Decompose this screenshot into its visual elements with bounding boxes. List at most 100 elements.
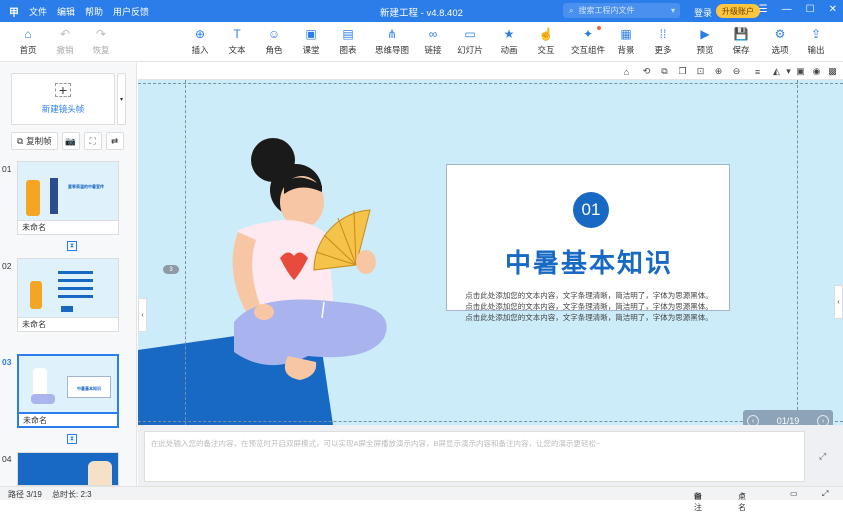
menu-feedback[interactable]: 用户反馈: [113, 5, 149, 18]
screenshot-button[interactable]: ⛶: [83, 132, 102, 150]
prev-slide-button[interactable]: ‹: [747, 415, 759, 425]
preview-label: 预览: [696, 45, 714, 55]
fit-icon[interactable]: ⊡: [695, 66, 706, 77]
search-input[interactable]: ⌕ 搜索工程内文件 ▾: [563, 3, 680, 18]
insert-button[interactable]: ⊕ 插入: [181, 27, 219, 56]
next-slide-button[interactable]: ›: [817, 415, 829, 425]
thumb-figure: [26, 180, 40, 216]
mindmap-icon: ⋔: [386, 27, 398, 41]
slide-label-2[interactable]: 未命名: [17, 318, 119, 332]
slide-panel: + 新建镜头帧 ▾ ⧉ 复制帧 📷 ⛶ ⇄ 01 夏季高温的中暑宣传 未命名 ⧗ …: [0, 63, 137, 486]
classroom-label: 课堂: [302, 45, 320, 55]
section-number[interactable]: 01: [573, 192, 609, 228]
slide-label-1[interactable]: 未命名: [17, 221, 119, 235]
home-button[interactable]: ⌂ 首页: [9, 27, 47, 56]
text-button[interactable]: T 文本: [218, 27, 256, 56]
collapse-left-button[interactable]: ‹: [138, 298, 147, 332]
background-button[interactable]: ▦ 背景: [607, 27, 645, 56]
expand-icon[interactable]: ⤢: [819, 451, 826, 462]
upgrade-button[interactable]: 升级账户: [716, 4, 760, 18]
new-frame-button[interactable]: + 新建镜头帧: [11, 73, 115, 125]
thumb-line: [58, 271, 93, 274]
slide-thumbnail-2[interactable]: [17, 258, 119, 318]
animation-button[interactable]: ★ 动画: [490, 27, 528, 56]
fit-screen-icon[interactable]: ⤢: [822, 489, 828, 499]
home-icon[interactable]: ⌂: [621, 66, 632, 77]
redo-label: 恢复: [92, 45, 110, 55]
export-button[interactable]: ⇪ 输出: [797, 27, 835, 56]
slide-canvas[interactable]: 01 中暑基本知识 点击此处添加您的文本内容，文字条理清晰，简洁明了，字体为思源…: [138, 80, 843, 425]
notes-input[interactable]: 在此处输入您的备注内容，在预览时开启双屏模式，可以实现A屏全屏播放演示内容，B屏…: [144, 431, 805, 482]
link-label: 链接: [424, 45, 442, 55]
home-label: 首页: [19, 45, 37, 55]
copy-frame-button[interactable]: ⧉ 复制帧: [11, 132, 58, 150]
redo-icon: ↷: [95, 27, 107, 41]
chart-label: 图表: [339, 45, 357, 55]
snapshot-icon[interactable]: ▣: [795, 66, 806, 77]
login-link[interactable]: 登录: [694, 6, 712, 19]
options-label: 选项: [771, 45, 789, 55]
person-icon: ☺: [267, 27, 281, 41]
fullscreen-icon[interactable]: ▭: [790, 489, 798, 498]
role-button[interactable]: ☺ 角色: [255, 27, 293, 56]
rotate-icon[interactable]: ⟲: [641, 66, 652, 77]
page-tag[interactable]: 3: [163, 265, 179, 274]
maximize-icon[interactable]: ☐: [806, 4, 815, 15]
menu-help[interactable]: 帮助: [85, 5, 103, 18]
slide-number-3: 03: [2, 357, 12, 367]
slide-pager: ‹ 01/19 ›: [743, 410, 833, 425]
swap-button[interactable]: ⇄: [105, 132, 124, 150]
interactive-component-button[interactable]: ✦ 交互组件: [565, 26, 611, 56]
slide-label-3[interactable]: 未命名: [17, 414, 119, 428]
align-icon[interactable]: ≡: [752, 66, 763, 77]
slide-thumbnail-1[interactable]: 夏季高温的中暑宣传: [17, 161, 119, 221]
close-icon[interactable]: ✕: [829, 4, 837, 15]
thumb-button: [61, 306, 73, 312]
component-icon: ✦: [582, 27, 594, 41]
path-indicator: 路径 3/19: [8, 490, 42, 499]
link-button[interactable]: ∞ 链接: [414, 27, 452, 56]
title-card[interactable]: 01 中暑基本知识 点击此处添加您的文本内容，文字条理清晰，简洁明了，字体为思源…: [446, 164, 731, 322]
options-button[interactable]: ⚙ 选项: [761, 27, 799, 56]
chart-button[interactable]: ▤ 图表: [329, 27, 367, 56]
menu-file[interactable]: 文件: [29, 5, 47, 18]
copy-icon[interactable]: ⧉: [659, 66, 670, 77]
preview-button[interactable]: ▶ 预览: [686, 27, 724, 56]
mindmap-button[interactable]: ⋔ 思维导图: [369, 27, 415, 56]
slide-title[interactable]: 中暑基本知识: [447, 243, 731, 280]
duplicate-icon[interactable]: ❐: [677, 66, 688, 77]
layer-icon[interactable]: ◭: [771, 66, 782, 77]
redo-button[interactable]: ↷ 恢复: [82, 27, 120, 56]
transition-icon[interactable]: ⧗: [67, 241, 77, 251]
collapse-right-button[interactable]: ‹: [834, 285, 843, 319]
undo-button[interactable]: ↶ 撤销: [46, 27, 84, 56]
slide-thumbnail-3[interactable]: 中暑基本知识: [17, 354, 119, 414]
settings-icon[interactable]: ☰: [759, 4, 768, 15]
export-icon: ⇪: [810, 27, 822, 41]
minimize-icon[interactable]: —: [782, 4, 792, 15]
transition-icon[interactable]: ⧗: [67, 434, 77, 444]
zoom-out-icon[interactable]: ⊖: [731, 66, 742, 77]
plus-icon: +: [55, 82, 71, 98]
zoom-in-icon[interactable]: ⊕: [713, 66, 724, 77]
thumb-title: 夏季高温的中暑宣传: [68, 184, 104, 189]
new-badge: [597, 26, 601, 30]
more-button[interactable]: ⁞⁞ 更多: [644, 27, 682, 56]
menu-edit[interactable]: 编辑: [57, 5, 75, 18]
chevron-down-icon[interactable]: ▾: [783, 66, 794, 77]
camera-icon[interactable]: ◉: [811, 66, 822, 77]
status-bar: 路径 3/19 总时长: 2:3 ▤ 备注 ☺ 点名 ▭ ⤢: [0, 486, 843, 512]
body-text-3[interactable]: 点击此处添加您的文本内容，文字条理清晰，简洁明了，字体为思源黑体。: [447, 312, 731, 323]
camera-button[interactable]: 📷: [61, 132, 80, 150]
interactive-component-label: 交互组件: [570, 45, 605, 55]
save-button[interactable]: 💾 保存: [722, 27, 760, 56]
slideshow-button[interactable]: ▭ 幻灯片: [451, 27, 489, 56]
image-icon[interactable]: ▩: [827, 66, 838, 77]
dropdown-icon[interactable]: ▾: [671, 6, 675, 15]
interaction-button[interactable]: ☝ 交互: [527, 27, 565, 56]
body-text-2[interactable]: 点击此处添加您的文本内容，文字条理清晰，简洁明了，字体为思源黑体。: [447, 301, 731, 312]
body-text-1[interactable]: 点击此处添加您的文本内容，文字条理清晰，简洁明了，字体为思源黑体。: [447, 290, 731, 301]
slide-thumbnail-4[interactable]: [17, 452, 119, 486]
new-frame-dropdown[interactable]: ▾: [117, 73, 126, 125]
classroom-button[interactable]: ▣ 课堂: [292, 27, 330, 56]
